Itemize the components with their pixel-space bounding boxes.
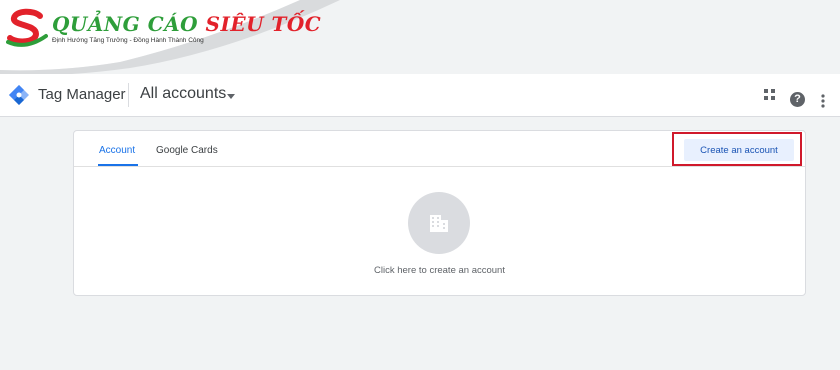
app-header: Tag Manager All accounts ? [0, 74, 840, 117]
brand-tagline: Định Hướng Tăng Trưởng - Đồng Hành Thành… [52, 37, 204, 44]
brand-name: QUẢNG CÁO SIÊU TỐC [52, 12, 321, 36]
accounts-card: Account Google Cards Create an account C… [73, 130, 806, 296]
create-account-circle[interactable] [408, 192, 470, 254]
more-vert-icon[interactable] [821, 94, 825, 108]
header-divider [128, 83, 129, 107]
product-name: Tag Manager [38, 86, 126, 103]
brand-name-part2: SIÊU TỐC [205, 12, 322, 36]
account-picker[interactable]: All accounts [140, 85, 226, 103]
tag-manager-logo-icon[interactable] [8, 84, 30, 106]
brand-s-logo-icon [6, 8, 48, 47]
brand-name-part1: QUẢNG CÁO [52, 12, 199, 36]
watermark-banner: QUẢNG CÁO SIÊU TỐC Định Hướng Tăng Trưởn… [0, 0, 840, 74]
tab-google-cards[interactable]: Google Cards [156, 145, 218, 156]
help-icon[interactable]: ? [790, 92, 805, 107]
chevron-down-icon[interactable] [227, 94, 235, 99]
create-account-button[interactable]: Create an account [684, 139, 794, 161]
tabs-divider [74, 166, 805, 167]
tab-account[interactable]: Account [99, 145, 135, 156]
empty-state-text[interactable]: Click here to create an account [74, 265, 805, 276]
building-icon [430, 215, 448, 232]
apps-grid-icon[interactable] [764, 89, 776, 101]
